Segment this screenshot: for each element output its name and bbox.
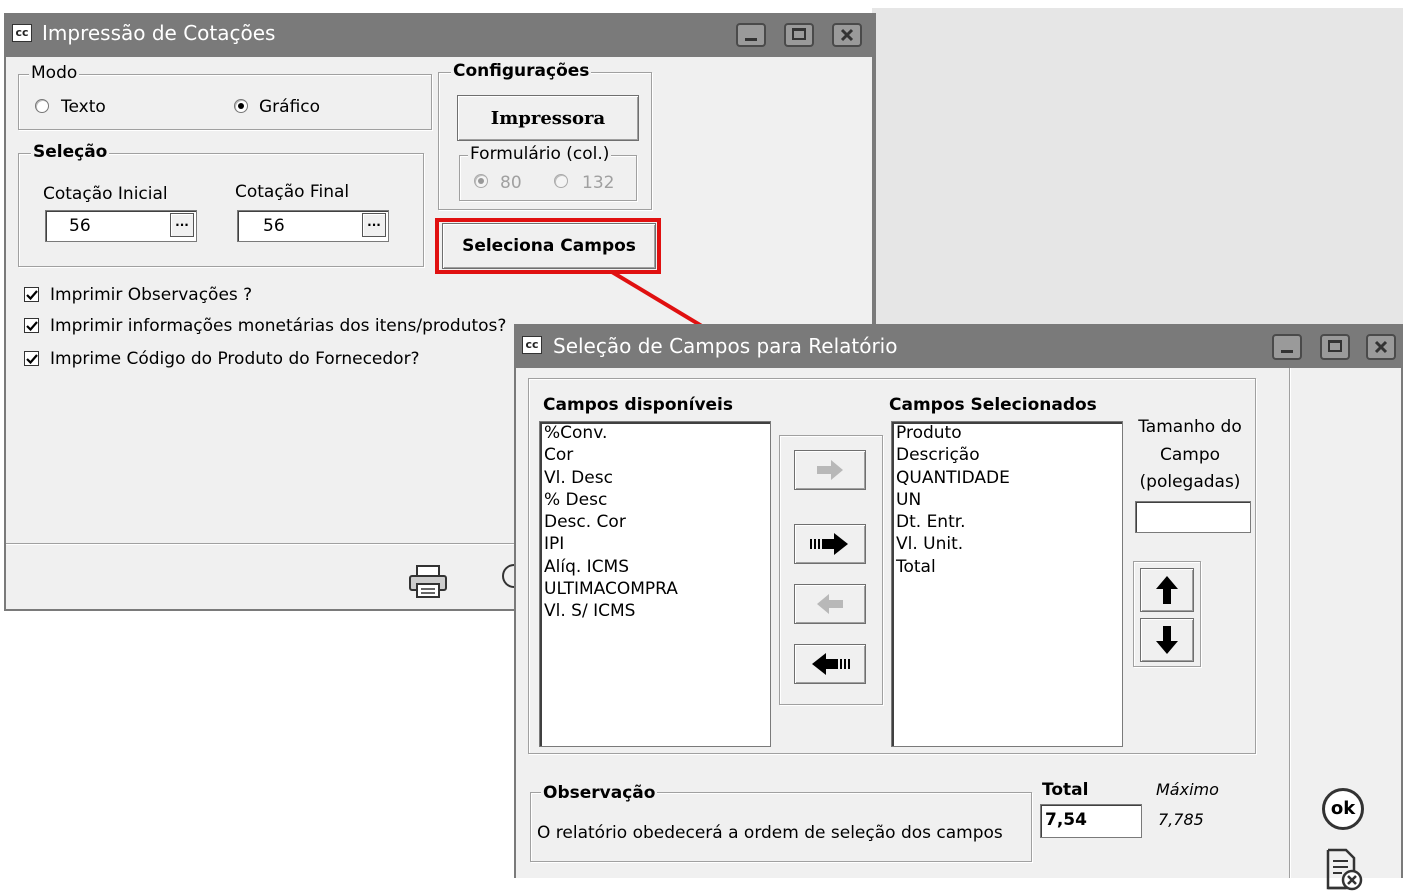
fields-group: Campos disponíveis %Conv. Cor Vl. Desc %… bbox=[528, 378, 1256, 754]
list-item[interactable]: %Conv. bbox=[540, 422, 770, 444]
close-icon bbox=[1374, 340, 1388, 354]
observacao-text: O relatório obedecerá a ordem de seleção… bbox=[537, 823, 1003, 843]
list-item[interactable]: Vl. Unit. bbox=[892, 533, 1122, 555]
available-header: Campos disponíveis bbox=[543, 395, 733, 415]
selected-header: Campos Selecionados bbox=[889, 395, 1097, 415]
field-size-input[interactable] bbox=[1135, 501, 1251, 533]
cancel-document-icon[interactable] bbox=[1324, 848, 1364, 892]
ok-icon: ok bbox=[1330, 798, 1356, 819]
list-item[interactable]: Produto bbox=[892, 422, 1122, 444]
dialog-panel: Campos disponíveis %Conv. Cor Vl. Desc %… bbox=[516, 368, 1290, 878]
list-item[interactable]: Dt. Entr. bbox=[892, 511, 1122, 533]
app-icon: cc bbox=[522, 336, 542, 354]
list-item[interactable]: Cor bbox=[540, 444, 770, 466]
dialog-title: Seleção de Campos para Relatório bbox=[553, 334, 898, 358]
field-size-label-line3: (polegadas) bbox=[1139, 472, 1241, 492]
selecao-campos-dialog: cc Seleção de Campos para Relatório Camp… bbox=[514, 324, 1403, 891]
arrow-right-all-icon bbox=[810, 533, 848, 555]
list-item[interactable]: UN bbox=[892, 489, 1122, 511]
ok-button[interactable]: ok bbox=[1322, 788, 1364, 830]
total-field[interactable]: 7,54 bbox=[1040, 804, 1142, 838]
field-size-label-line1: Tamanho do bbox=[1138, 417, 1242, 437]
list-item[interactable]: QUANTIDADE bbox=[892, 467, 1122, 489]
maximo-label: Máximo bbox=[1156, 780, 1219, 799]
maximo-value: 7,785 bbox=[1158, 810, 1204, 829]
dialog-minimize-button[interactable] bbox=[1272, 334, 1302, 360]
total-label: Total bbox=[1042, 780, 1089, 800]
move-down-button[interactable] bbox=[1140, 618, 1194, 662]
dialog-close-button[interactable] bbox=[1366, 334, 1396, 360]
arrow-left-icon bbox=[817, 594, 843, 614]
arrow-up-icon bbox=[1156, 576, 1178, 604]
arrow-down-icon bbox=[1156, 626, 1178, 654]
dialog-client-area: Campos disponíveis %Conv. Cor Vl. Desc %… bbox=[516, 368, 1401, 891]
list-item[interactable]: Alíq. ICMS bbox=[540, 556, 770, 578]
move-all-right-button[interactable] bbox=[794, 524, 866, 564]
maximize-icon bbox=[1328, 340, 1342, 352]
list-item[interactable]: ULTIMACOMPRA bbox=[540, 578, 770, 600]
dialog-titlebar[interactable]: cc Seleção de Campos para Relatório bbox=[514, 324, 1403, 368]
available-fields-list[interactable]: %Conv. Cor Vl. Desc % Desc Desc. Cor IPI… bbox=[539, 421, 771, 747]
list-item[interactable]: IPI bbox=[540, 533, 770, 555]
move-up-button[interactable] bbox=[1140, 568, 1194, 612]
move-right-button[interactable] bbox=[794, 450, 866, 490]
total-value: 7,54 bbox=[1045, 810, 1087, 830]
field-size-label-line2: Campo bbox=[1159, 445, 1221, 465]
list-item[interactable]: Vl. Desc bbox=[540, 467, 770, 489]
selected-fields-list[interactable]: Produto Descrição QUANTIDADE UN Dt. Entr… bbox=[891, 421, 1123, 747]
move-buttons-panel bbox=[779, 435, 883, 705]
move-left-button[interactable] bbox=[794, 584, 866, 624]
list-item[interactable]: Vl. S/ ICMS bbox=[540, 600, 770, 622]
list-item[interactable]: Total bbox=[892, 556, 1122, 578]
list-item[interactable]: Descrição bbox=[892, 444, 1122, 466]
arrow-right-icon bbox=[817, 460, 843, 480]
observacao-legend: Observação bbox=[541, 783, 658, 803]
dialog-maximize-button[interactable] bbox=[1320, 334, 1350, 360]
list-item[interactable]: Desc. Cor bbox=[540, 511, 770, 533]
move-all-left-button[interactable] bbox=[794, 644, 866, 684]
arrow-left-all-icon bbox=[812, 653, 850, 675]
observacao-group: Observação O relatório obedecerá a ordem… bbox=[530, 783, 1032, 862]
minimize-icon bbox=[1281, 350, 1293, 353]
list-item[interactable]: % Desc bbox=[540, 489, 770, 511]
order-buttons-panel bbox=[1133, 561, 1201, 667]
